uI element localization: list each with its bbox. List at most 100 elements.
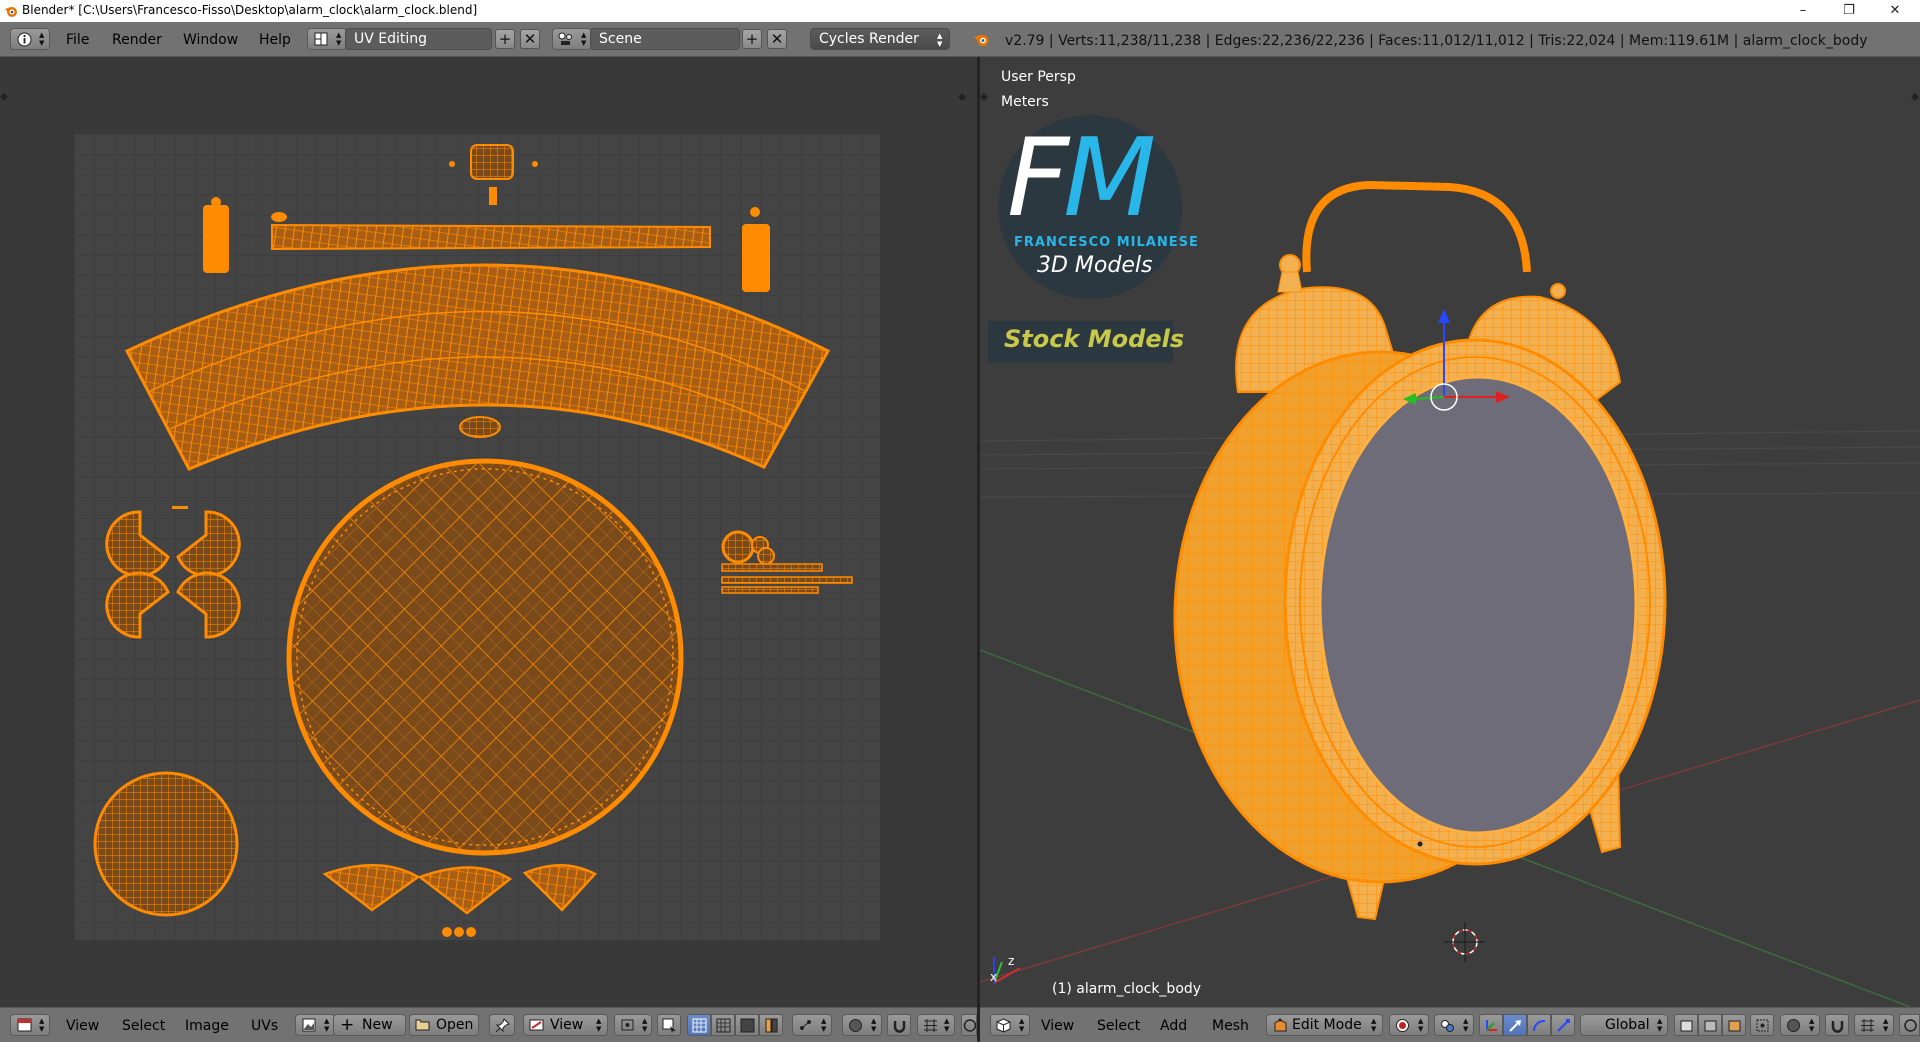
scene-field[interactable]: Scene xyxy=(590,28,740,50)
proportional-editing-dropdown[interactable]: ▲ ▼ xyxy=(1780,1014,1820,1036)
rotate-icon xyxy=(1532,1019,1546,1032)
dropdown-arrows-icon: ▲ ▼ xyxy=(596,1017,602,1033)
editor-type-selector[interactable]: ▲ ▼ xyxy=(990,1014,1030,1036)
blender-logo-icon xyxy=(974,35,989,46)
folder-icon xyxy=(415,1019,430,1031)
edit-mode-icon xyxy=(1274,1018,1287,1032)
screen-layout-field[interactable]: UV Editing xyxy=(345,28,492,50)
region-toggle-icon[interactable] xyxy=(980,93,988,101)
scale-manipulator-button[interactable] xyxy=(1551,1014,1575,1036)
sync-selection-button[interactable] xyxy=(657,1014,681,1036)
viewport-shading-dropdown[interactable]: ▲ ▼ xyxy=(1389,1014,1429,1036)
screen-layout-selector[interactable]: ▲ ▼ xyxy=(307,28,347,50)
menu-file[interactable]: File xyxy=(66,32,89,48)
new-image-button[interactable]: + New xyxy=(333,1014,406,1036)
menu-window[interactable]: Window xyxy=(183,32,238,48)
dropdown-arrows-icon: ▲ ▼ xyxy=(871,1017,877,1033)
minimize-icon[interactable]: – xyxy=(1780,0,1826,22)
view-mode-dropdown[interactable]: View ▲ ▼ xyxy=(523,1014,608,1036)
uv-menu-view[interactable]: View xyxy=(66,1018,99,1034)
uv-menu-image[interactable]: Image xyxy=(185,1018,229,1034)
viewport-menu-add[interactable]: Add xyxy=(1160,1018,1187,1034)
close-icon[interactable]: ✕ xyxy=(1872,0,1918,22)
uv-canvas[interactable] xyxy=(0,57,977,1007)
dropdown-arrows-icon: ▲ ▼ xyxy=(581,31,587,47)
image-browse-button[interactable]: ▲ ▼ xyxy=(295,1014,335,1036)
select-face-button[interactable] xyxy=(735,1014,759,1036)
dropdown-arrows-icon: ▲ ▼ xyxy=(39,31,45,47)
snap-toggle-button[interactable] xyxy=(1825,1014,1849,1036)
orientation-label: Global xyxy=(1605,1017,1650,1033)
viewport-menu-mesh[interactable]: Mesh xyxy=(1212,1018,1249,1034)
axis-x-label: x xyxy=(990,970,998,984)
select-island-button[interactable] xyxy=(759,1014,783,1036)
layer-button-3[interactable] xyxy=(1722,1014,1746,1036)
sticky-selection-dropdown[interactable]: ▲ ▼ xyxy=(792,1014,832,1036)
uv-menu-uvs[interactable]: UVs xyxy=(251,1018,278,1034)
pin-image-button[interactable] xyxy=(489,1014,515,1036)
snap-toggle-button[interactable] xyxy=(887,1014,911,1036)
dropdown-arrows-icon: ▲ ▼ xyxy=(642,1017,648,1033)
limit-selection-icon xyxy=(1756,1019,1769,1032)
3d-viewport[interactable]: User Persp Meters FM FRANCESCO MILANESE … xyxy=(980,57,1920,1007)
image-editor-icon xyxy=(17,1018,32,1032)
region-toggle-icon[interactable] xyxy=(0,93,8,101)
pin-icon xyxy=(495,1018,510,1033)
restore-icon[interactable]: ❐ xyxy=(1826,0,1872,22)
layer-button-2[interactable] xyxy=(1698,1014,1722,1036)
select-edge-button[interactable] xyxy=(711,1014,735,1036)
layer-button-1[interactable] xyxy=(1674,1014,1698,1036)
watermark-author: FRANCESCO MILANESE xyxy=(1014,235,1199,250)
3d-cursor-icon[interactable] xyxy=(1445,922,1485,962)
menu-render[interactable]: Render xyxy=(112,32,162,48)
scene-selector[interactable]: ▲ ▼ xyxy=(552,28,592,50)
region-toggle-icon[interactable] xyxy=(958,93,966,101)
snap-increment-icon xyxy=(1861,1019,1874,1032)
editor-type-selector[interactable]: ▲ ▼ xyxy=(10,28,50,50)
render-engine-dropdown[interactable]: Cycles Render ▲ ▼ xyxy=(810,28,950,50)
pivot-icon xyxy=(1441,1020,1454,1032)
uv-image-editor[interactable] xyxy=(0,57,977,1007)
dropdown-arrows-icon: ▲ ▼ xyxy=(937,32,943,48)
remove-screen-button[interactable]: ✕ xyxy=(520,29,540,49)
uv-menu-select[interactable]: Select xyxy=(122,1018,165,1034)
viewport-menu-view[interactable]: View xyxy=(1041,1018,1074,1034)
menu-help[interactable]: Help xyxy=(259,32,291,48)
alarm-clock-mesh[interactable] xyxy=(1173,180,1667,921)
rotate-manipulator-button[interactable] xyxy=(1527,1014,1551,1036)
manipulator-toggle-button[interactable] xyxy=(1479,1014,1503,1036)
snap-element-dropdown[interactable]: ▲ ▼ xyxy=(1854,1014,1894,1036)
editor-type-selector[interactable]: ▲ ▼ xyxy=(10,1014,50,1036)
image-icon xyxy=(302,1018,316,1032)
proportional-icon xyxy=(849,1019,862,1032)
view-icon xyxy=(529,1019,544,1031)
face-select-icon xyxy=(740,1018,755,1033)
region-toggle-icon[interactable] xyxy=(1911,93,1919,101)
translate-manipulator-button[interactable] xyxy=(1503,1014,1527,1036)
view-name: User Persp xyxy=(1001,69,1076,85)
snap-increment-icon xyxy=(924,1019,937,1032)
snap-element-dropdown[interactable]: ▲ ▼ xyxy=(917,1014,955,1036)
pivot-icon xyxy=(621,1019,634,1031)
limit-selection-button[interactable] xyxy=(1750,1014,1774,1036)
add-screen-button[interactable]: + xyxy=(495,29,515,49)
pivot-dropdown[interactable]: ▲ ▼ xyxy=(614,1014,652,1036)
overlay-toggle-button[interactable] xyxy=(1899,1014,1920,1036)
magnet-icon xyxy=(893,1021,906,1033)
proportional-editing-dropdown[interactable]: ▲ ▼ xyxy=(842,1014,882,1036)
layout-icon xyxy=(314,32,328,46)
select-vertex-button[interactable] xyxy=(687,1014,711,1036)
pivot-point-dropdown[interactable]: ▲ ▼ xyxy=(1434,1014,1474,1036)
translate-icon xyxy=(1509,1020,1521,1032)
cube-vertex-icon xyxy=(1680,1020,1693,1032)
dropdown-arrows-icon: ▲ ▼ xyxy=(821,1017,827,1033)
remove-scene-button[interactable]: ✕ xyxy=(767,29,787,49)
add-scene-button[interactable]: + xyxy=(742,29,762,49)
mode-dropdown[interactable]: Edit Mode ▲ ▼ xyxy=(1266,1014,1383,1036)
overlay-toggle-button[interactable] xyxy=(961,1014,977,1036)
open-image-button[interactable]: Open xyxy=(409,1014,479,1036)
transform-orientation-dropdown[interactable]: Global ▲ ▼ xyxy=(1580,1014,1668,1036)
3d-view-icon xyxy=(996,1018,1011,1033)
viewport-menu-select[interactable]: Select xyxy=(1097,1018,1140,1034)
island-select-icon xyxy=(765,1018,778,1033)
